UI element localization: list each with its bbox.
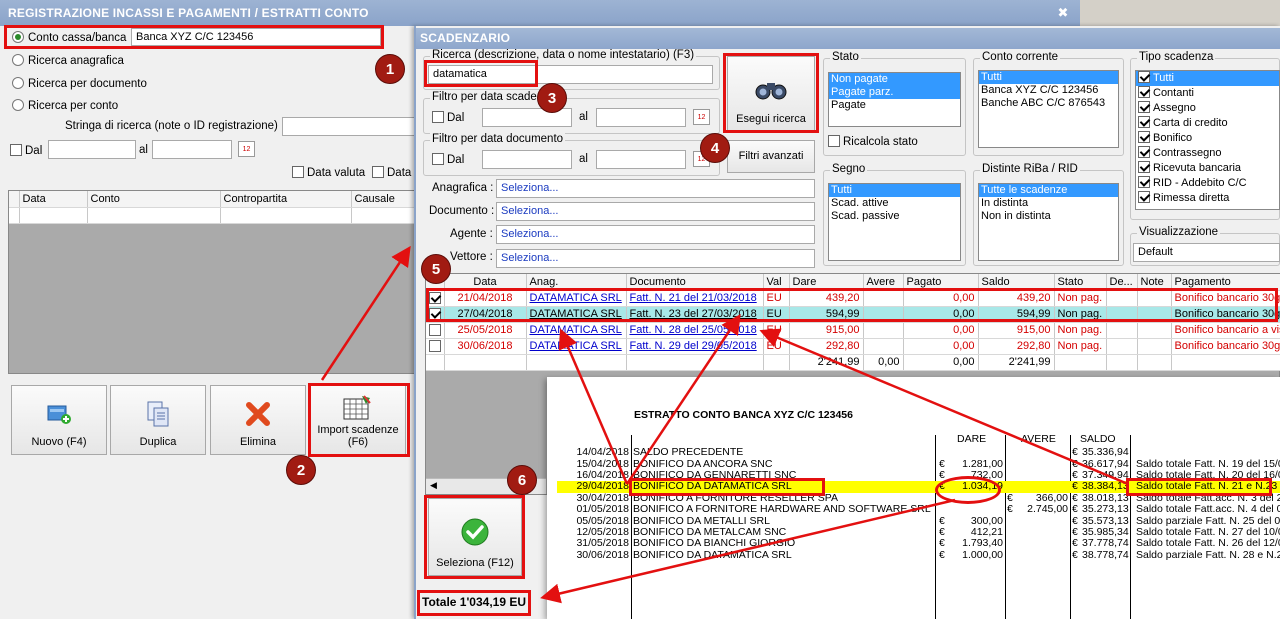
callout-arrows xyxy=(320,245,1129,604)
callout-badge: 4 xyxy=(700,133,730,163)
callout-badge: 6 xyxy=(507,465,537,495)
callout-badge: 2 xyxy=(286,455,316,485)
callout-badge: 5 xyxy=(421,254,451,284)
callout-badge: 1 xyxy=(375,54,405,84)
callout-badge: 3 xyxy=(537,83,567,113)
